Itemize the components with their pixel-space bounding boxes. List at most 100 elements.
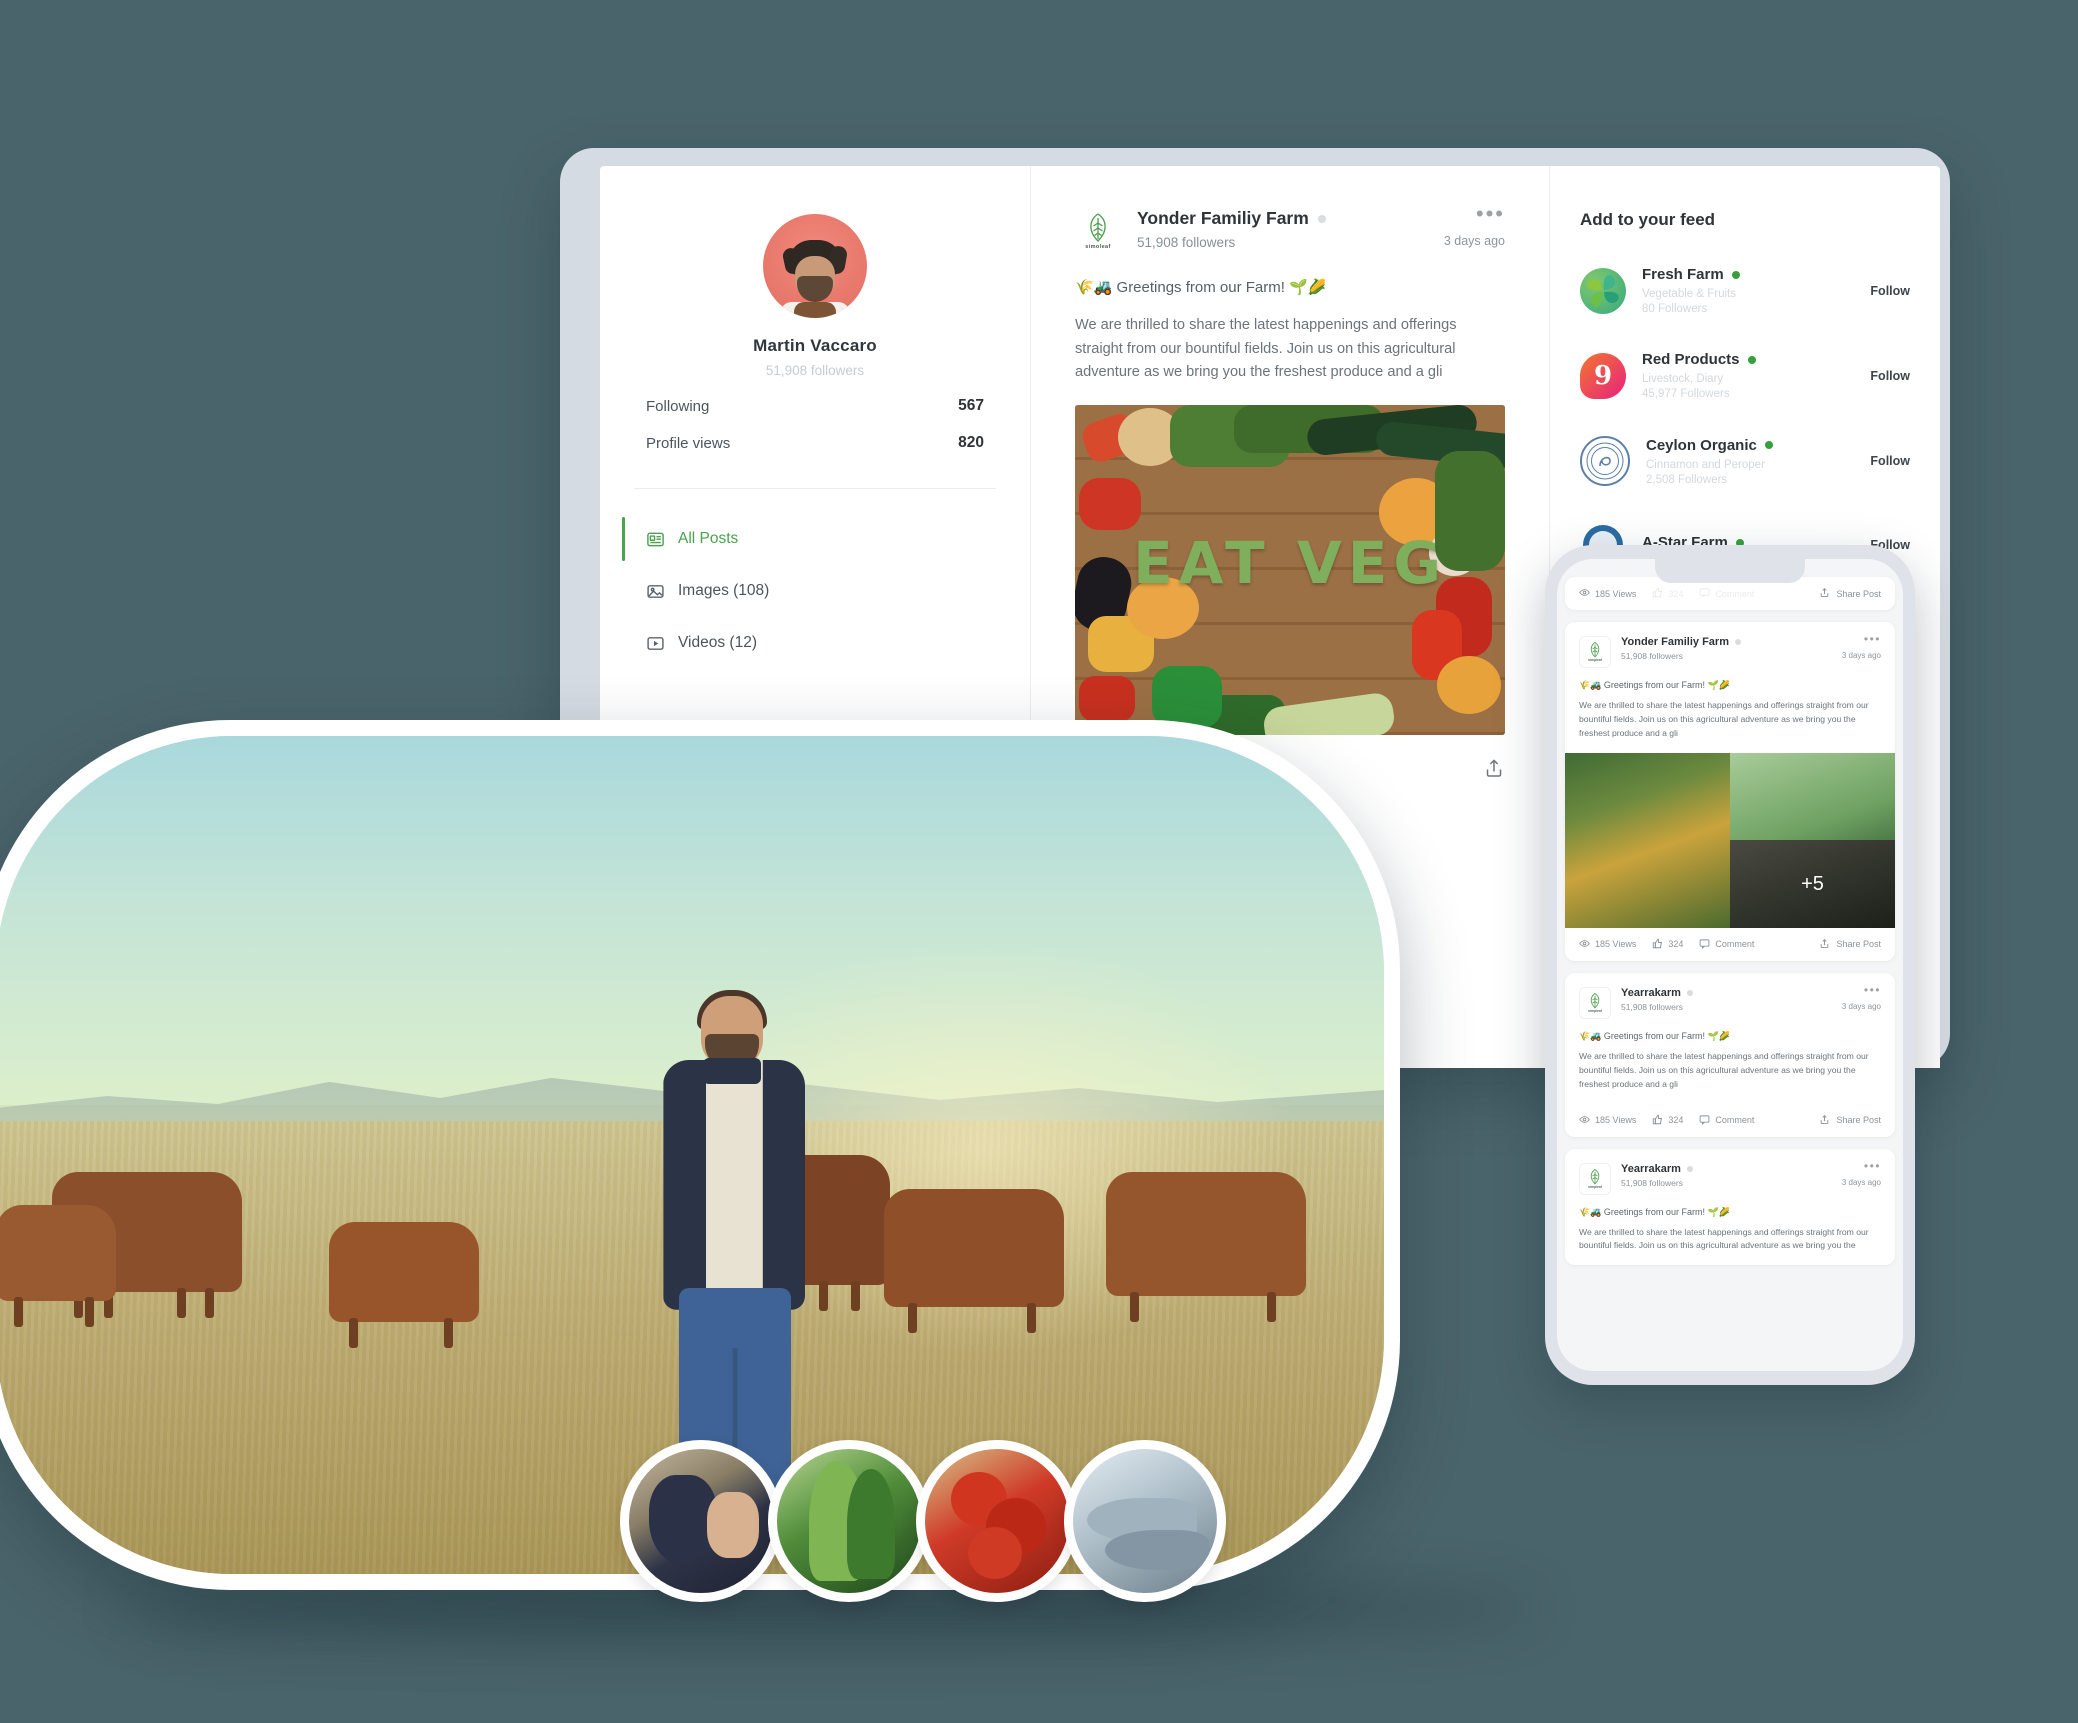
phone-post-followers: 51,908 followers [1621,651,1683,661]
sidebar-item-images[interactable]: Images (108) [600,565,1030,617]
share-icon [1819,587,1830,600]
feed-suggestion-desc: Vegetable & Fruits [1642,288,1736,300]
stat-following[interactable]: Following 567 [646,378,984,415]
more-options-icon[interactable]: ••• [1842,633,1881,645]
like-count: 324 [1668,939,1684,950]
gallery-image-cabbage[interactable] [1730,752,1895,841]
views-stat: 185 Views [1579,938,1636,951]
post-header: simoleaf Yonder Familiy Farm 51,908 foll… [1075,203,1505,254]
share-post-icon[interactable] [1483,757,1505,784]
profile-followers: 51,908 followers [765,363,865,378]
phone-post-card: simpleaf Yonder Familiy Farm 51,908 foll… [1565,622,1895,961]
phone-post-gallery[interactable]: +5 [1565,752,1895,928]
sidebar-item-videos[interactable]: Videos (12) [600,617,1030,669]
cow [329,1222,480,1349]
phone-post-card: simpleaf Yearrakarm 51,908 followers •••… [1565,972,1895,1137]
like-stat[interactable]: 324 [1652,1114,1683,1127]
stat-profile-views[interactable]: Profile views 820 [646,415,984,452]
brand-logo: simpleaf [1579,986,1611,1019]
share-action[interactable]: Share Post [1819,938,1881,951]
share-label: Share Post [1836,588,1881,599]
post-author-name: Yonder Familiy Farm [1137,208,1309,228]
phone-actionbar: 185 Views 324 Comment Share Post [1565,928,1895,961]
stat-profile-views-label: Profile views [646,434,731,452]
more-options-icon[interactable]: ••• [1842,1160,1881,1172]
phone-post-body: We are thrilled to share the latest happ… [1579,700,1869,738]
story-grapes[interactable] [620,1440,782,1602]
comment-action[interactable]: Comment [1699,938,1754,951]
avatar-photo [763,214,867,318]
post-author-name-row: Yonder Familiy Farm [1137,208,1428,229]
views-count: 185 Views [1595,1115,1637,1126]
like-stat[interactable]: 324 [1652,587,1683,600]
verified-dot-icon [1686,989,1693,996]
comment-icon [1699,587,1710,600]
brand-logo: simpleaf [1579,1162,1611,1195]
more-options-icon[interactable]: ••• [1444,203,1505,225]
comment-label: Comment [1715,939,1755,950]
feed-suggestion-followers: 80 Followers [1642,303,1708,315]
avatar[interactable] [763,214,867,318]
phone-post-body: We are thrilled to share the latest happ… [1579,1226,1869,1251]
leaf-icon [1085,212,1111,243]
brand-logo-text: simpleaf [1588,1008,1602,1013]
like-stat[interactable]: 324 [1652,938,1683,951]
gallery-overflow-count: +5 [1801,872,1824,895]
feed-suggestion-item: 9 Red Products Livestock, Diary 45,977 F… [1580,351,1910,400]
share-icon [1819,1114,1830,1127]
page-root: Martin Vaccaro 51,908 followers Followin… [0,0,2078,1723]
gallery-image-berries[interactable]: +5 [1730,840,1895,928]
post-meta: ••• 3 days ago [1443,203,1505,249]
online-dot-icon [1764,441,1773,449]
feed-suggestion-followers: 45,977 Followers [1642,388,1730,400]
feed-suggestion-desc: Cinnamon and Peroper [1646,458,1765,471]
post-image-caption: EAT VEG [1133,529,1447,598]
image-icon [646,582,665,601]
verified-dot-icon [1317,214,1326,223]
like-count: 324 [1668,588,1684,599]
more-options-icon[interactable]: ••• [1842,984,1881,996]
share-action[interactable]: Share Post [1819,587,1881,600]
phone-post-timestamp: 3 days ago [1841,651,1881,660]
phone-post-timestamp: 3 days ago [1841,1177,1881,1187]
post-card: simoleaf Yonder Familiy Farm 51,908 foll… [1031,166,1549,784]
online-dot-icon [1747,355,1756,364]
share-icon [1819,938,1830,951]
phone-post-author: Yonder Familiy Farm [1621,636,1729,648]
feed-suggestion-item: Ceylon Organic Cinnamon and Peroper 2,50… [1580,436,1910,486]
story-fish[interactable] [1064,1440,1226,1602]
phone-post-greeting: 🌾🚜 Greetings from our Farm! 🌱🌽 [1579,1206,1730,1217]
ceylon-seal-logo [1580,436,1630,486]
views-stat: 185 Views [1579,587,1636,600]
sidebar-item-all-posts[interactable]: All Posts [600,513,1030,565]
views-count: 185 Views [1595,939,1637,950]
verified-dot-icon [1735,639,1741,645]
thumbs-up-icon [1652,1114,1663,1127]
follow-button[interactable]: Follow [1870,284,1910,298]
comment-icon [1699,1114,1710,1127]
post-timestamp: 3 days ago [1443,234,1505,248]
story-tomatoes[interactable] [916,1440,1078,1602]
eye-icon [1579,587,1590,600]
views-stat: 185 Views [1579,1114,1636,1127]
post-image[interactable]: EAT VEG [1075,404,1505,735]
phone-post-body: We are thrilled to share the latest happ… [1579,1050,1869,1089]
gallery-image-corn[interactable] [1565,752,1730,928]
follow-button[interactable]: Follow [1870,454,1910,468]
comment-action[interactable]: Comment [1699,1114,1754,1127]
post-author-block: Yonder Familiy Farm 51,908 followers [1137,208,1428,250]
stat-profile-views-value: 820 [958,434,984,451]
phone-post-header: simpleaf Yearrakarm 51,908 followers •••… [1565,1149,1895,1195]
brand-logo-text: simoleaf [1085,243,1111,250]
comment-action[interactable]: Comment [1699,587,1754,600]
cow [1106,1171,1307,1322]
phone-mockup: 185 Views 324 Comment Share Post simplea… [1545,545,1915,1385]
feed-suggestion-name: Fresh Farm [1642,266,1724,283]
stat-following-label: Following [646,397,710,415]
phone-post-author: Yearrakarm [1621,986,1681,999]
follow-button[interactable]: Follow [1870,369,1910,383]
feed-suggestion-name: Red Products [1642,351,1740,368]
phone-post-author: Yearrakarm [1621,1162,1681,1175]
share-action[interactable]: Share Post [1819,1114,1881,1127]
story-greens[interactable] [768,1440,930,1602]
